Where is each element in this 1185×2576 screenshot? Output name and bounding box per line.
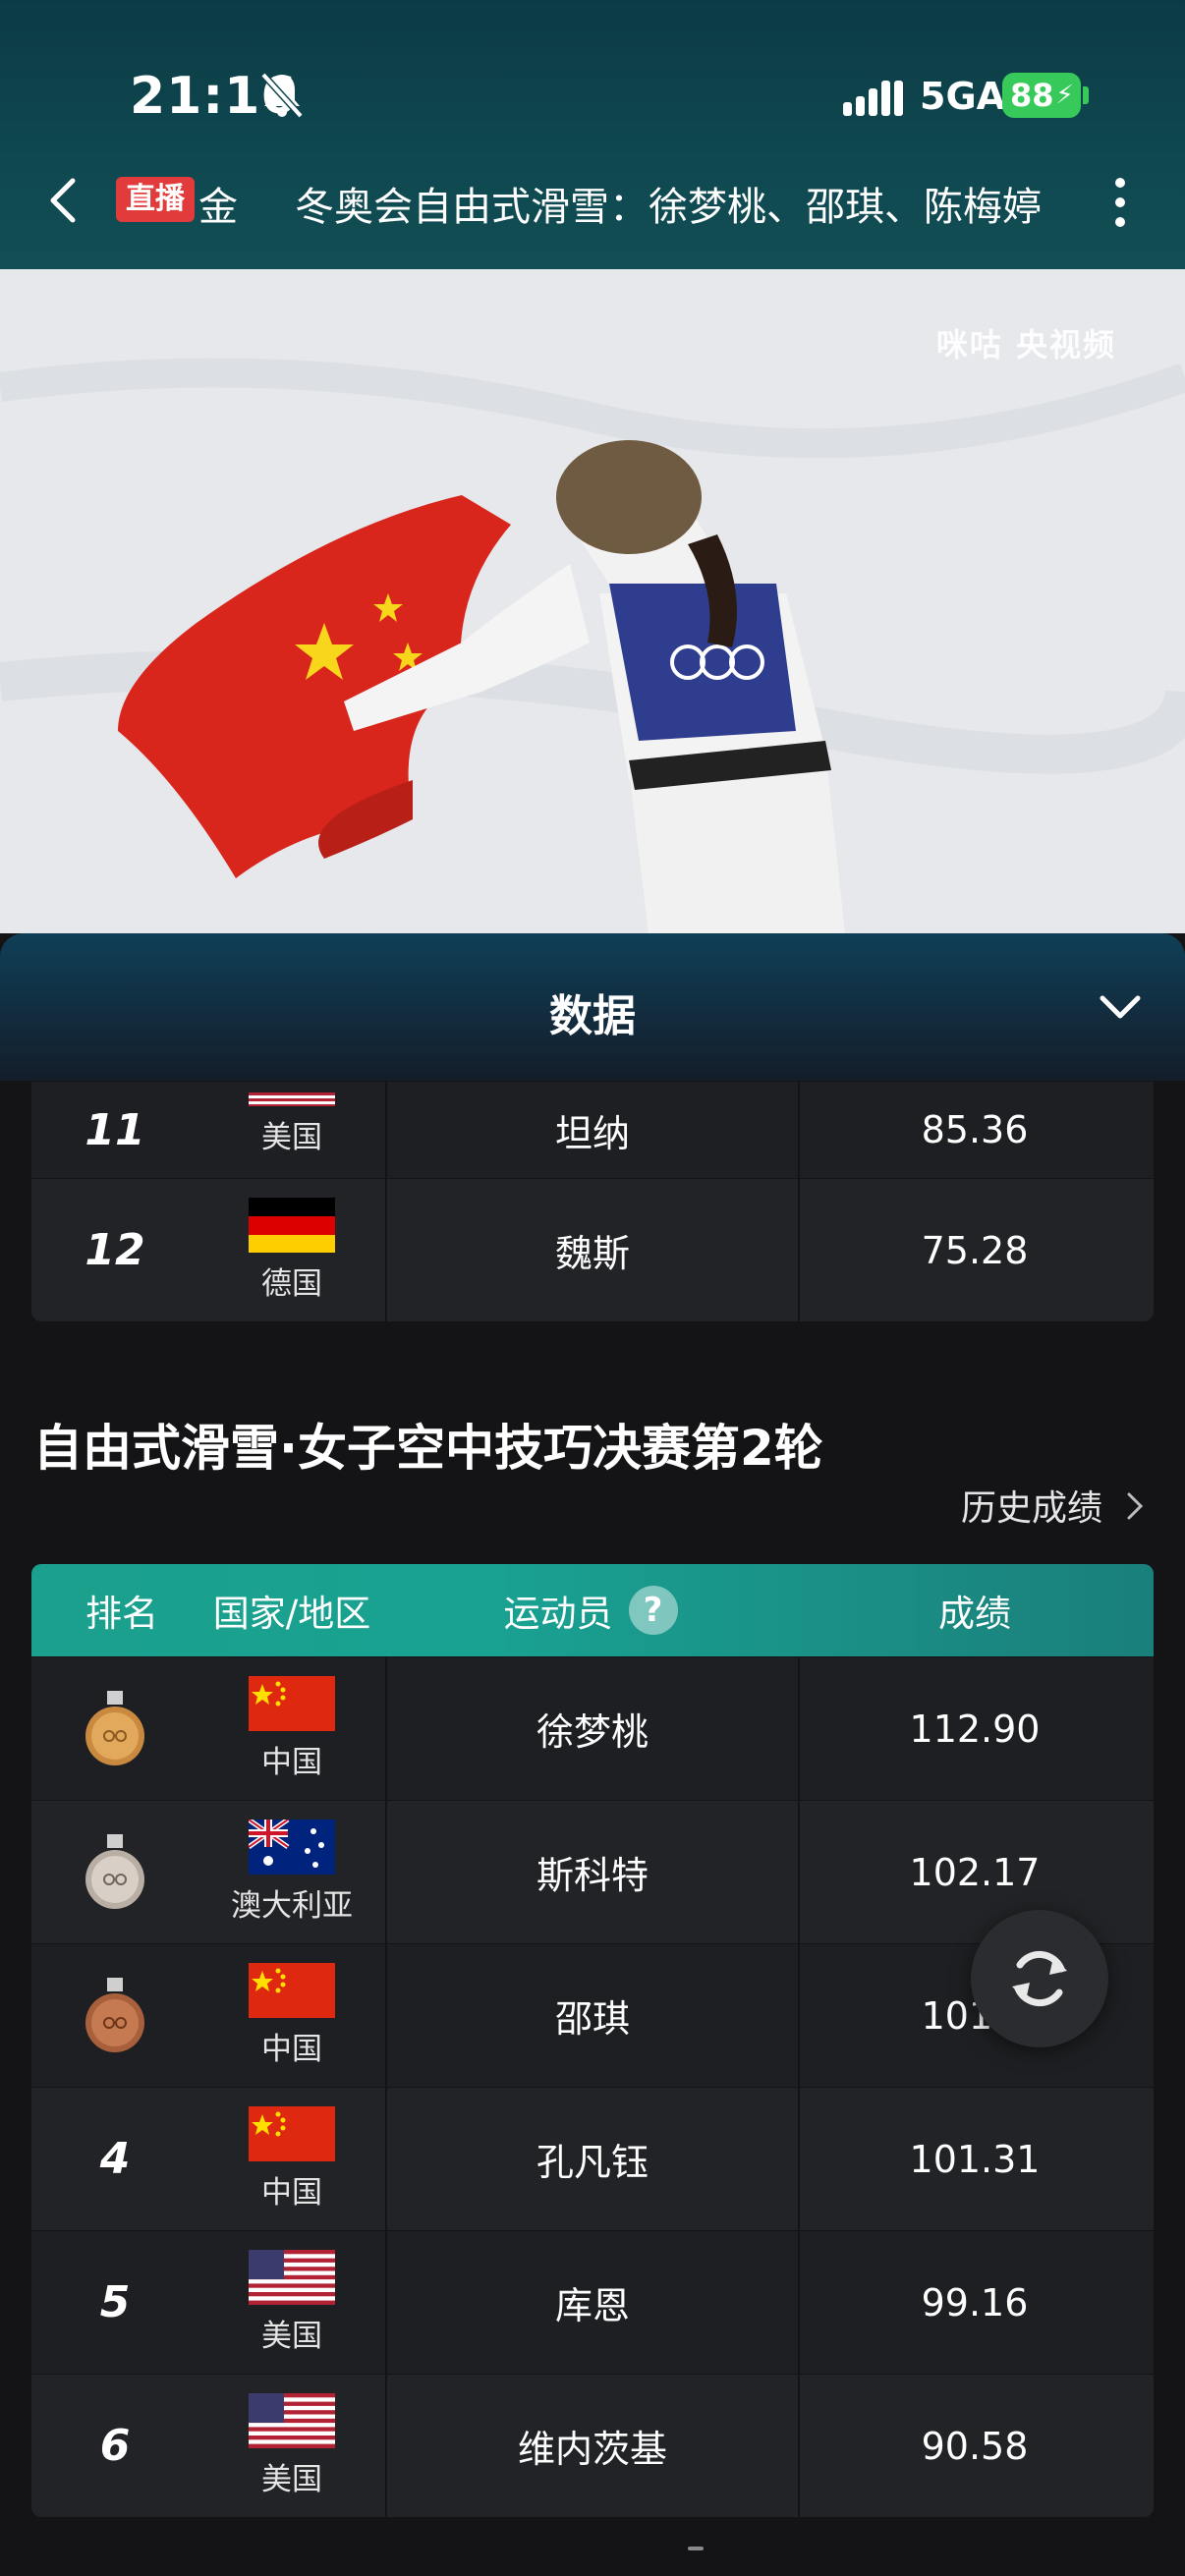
athlete-name: 坦纳 (385, 1082, 800, 1178)
score: 90.58 (921, 2424, 1029, 2468)
us-flag (249, 1092, 335, 1106)
score: 85.36 (921, 1108, 1029, 1151)
country-name: 中国 (261, 2032, 322, 2067)
header-athlete-label: 运动员 (503, 1593, 613, 1635)
header-score: 成绩 (938, 1593, 1011, 1635)
athlete-name: 斯科特 (385, 1801, 800, 1943)
country-cell: 美国 (198, 2231, 385, 2374)
country-name: 澳大利亚 (231, 1888, 353, 1924)
top-bar: 21:16 5GA 88 ⚡ 直播 金 冬奥会自由式滑雪：徐梦桃、邵琪、陈梅婷 (0, 0, 1185, 269)
battery-indicator: 88 ⚡ (1002, 73, 1081, 118)
live-badge: 直播 (116, 177, 195, 222)
data-panel-header: 数据 (0, 933, 1185, 1081)
country-name: 中国 (261, 1745, 322, 1780)
history-results-link[interactable]: 历史成绩 (961, 1480, 1102, 1531)
country-name: 美国 (261, 2462, 322, 2497)
page-title: 冬奥会自由式滑雪：徐梦桃、邵琪、陈梅婷 (295, 185, 1042, 230)
bell-muted-icon (260, 72, 304, 118)
previous-round-table: 11 美国 坦纳 85.36 12 德国 魏斯 75.28 (31, 1081, 1154, 1321)
rank: 6 (99, 2421, 131, 2471)
rank: 12 (85, 1225, 145, 1275)
silver-medal-icon (85, 1833, 144, 1909)
chevron-right-icon[interactable] (1126, 1491, 1144, 1521)
rank: 4 (99, 2134, 131, 2184)
country-cell: 中国 (198, 1944, 385, 2087)
country-cell: 中国 (198, 1657, 385, 1800)
section-title: 自由式滑雪·女子空中技巧决赛第2轮 (33, 1420, 823, 1477)
athlete-name: 库恩 (385, 2231, 800, 2374)
athlete-name: 邵琪 (385, 1944, 800, 2087)
table-row: 11 美国 坦纳 85.36 (31, 1081, 1154, 1178)
home-indicator (688, 2547, 704, 2550)
help-icon[interactable]: ? (628, 1586, 678, 1635)
charging-icon: ⚡ (1055, 81, 1074, 110)
score: 99.16 (921, 2280, 1029, 2324)
germany-flag (249, 1198, 335, 1253)
athlete-name: 孔凡钰 (385, 2088, 800, 2230)
china-flag (249, 1963, 335, 2018)
header-country: 国家/地区 (212, 1593, 371, 1635)
table-row: 中国 徐梦桃 112.90 (31, 1656, 1154, 1800)
country-name: 美国 (261, 1120, 322, 1155)
table-header: 排名 国家/地区 运动员 ? 成绩 (31, 1564, 1154, 1656)
athlete-name: 徐梦桃 (385, 1657, 800, 1800)
panel-title: 数据 (549, 991, 636, 1041)
us-flag (249, 2393, 335, 2448)
video-player[interactable]: 咪咕 央视频 (0, 269, 1185, 933)
battery-tip (1083, 86, 1089, 104)
score: 75.28 (921, 1228, 1029, 1272)
table-row: 5 美国 库恩 99.16 (31, 2230, 1154, 2374)
score: 112.90 (909, 1707, 1041, 1751)
athlete-name: 魏斯 (385, 1179, 800, 1321)
china-flag (249, 2106, 335, 2161)
signal-icon (843, 81, 903, 116)
table-row: 6 美国 维内茨基 90.58 (31, 2374, 1154, 2517)
rank-cell (31, 1657, 198, 1800)
table-row: 12 德国 魏斯 75.28 (31, 1178, 1154, 1321)
more-icon[interactable] (1110, 173, 1130, 232)
country-cell: 德国 (198, 1179, 385, 1321)
country-cell: 澳大利亚 (198, 1801, 385, 1943)
table-row: 4 中国 孔凡钰 101.31 (31, 2087, 1154, 2230)
bronze-medal-icon (85, 1977, 144, 2052)
score: 102.17 (909, 1850, 1041, 1894)
rank-cell (31, 1801, 198, 1943)
country-name: 德国 (261, 1266, 322, 1302)
gold-medal-icon (85, 1690, 144, 1765)
athlete-name: 维内茨基 (385, 2375, 800, 2517)
battery-level: 88 (1010, 77, 1054, 114)
china-flag (249, 1676, 335, 1731)
rank-cell (31, 1944, 198, 2087)
header-rank: 排名 (85, 1593, 158, 1635)
video-frame-image (0, 269, 1185, 933)
country-cell: 中国 (198, 2088, 385, 2230)
rank: 5 (99, 2277, 131, 2327)
country-cell: 美国 (198, 1082, 385, 1178)
gold-label: 金 (198, 185, 238, 230)
back-icon[interactable] (45, 175, 81, 226)
country-name: 美国 (261, 2319, 322, 2354)
table-row: 澳大利亚 斯科特 102.17 (31, 1800, 1154, 1943)
chevron-down-icon[interactable] (1097, 992, 1144, 1022)
refresh-icon (1012, 1950, 1067, 2007)
country-name: 中国 (261, 2175, 322, 2211)
us-flag (249, 2250, 335, 2305)
country-cell: 美国 (198, 2375, 385, 2517)
network-type: 5GA (920, 75, 1006, 118)
refresh-button[interactable] (971, 1910, 1108, 2047)
score: 101.31 (909, 2137, 1041, 2181)
video-watermark: 咪咕 央视频 (935, 326, 1116, 364)
australia-flag (249, 1820, 335, 1875)
rank: 11 (85, 1104, 145, 1155)
final-round-table: 排名 国家/地区 运动员 ? 成绩 中国 徐梦桃 112.90 澳大利亚 斯科特… (31, 1564, 1154, 2517)
header-athlete: 运动员 ? (385, 1564, 796, 1656)
